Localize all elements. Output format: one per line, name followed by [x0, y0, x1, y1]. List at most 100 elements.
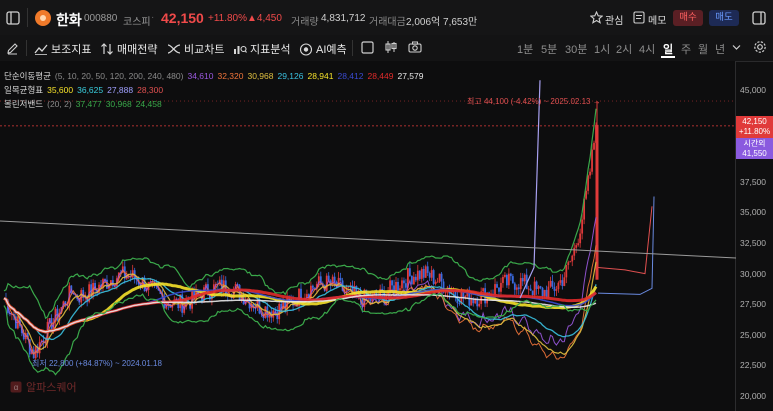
candle-body [567, 262, 570, 265]
ai-predict-button[interactable]: AI예측 [299, 41, 347, 57]
candle-body [478, 303, 481, 307]
sell-button-label: 매도 [715, 12, 733, 23]
candle-body [470, 299, 473, 306]
candle-body [557, 282, 560, 290]
gear-icon[interactable] [753, 40, 767, 54]
watch-button[interactable]: 관심 [605, 12, 623, 27]
timeframe-year[interactable]: 년 [715, 41, 725, 57]
candle-body [502, 276, 504, 283]
legend-ma-value-5: 28,412 [337, 71, 364, 81]
legend-bollinger[interactable]: 볼린저밴드 (20, 2) 37,477 30,968 24,458 [4, 98, 170, 110]
candle-body [333, 276, 336, 282]
strategy-icon [101, 43, 113, 55]
candle-body [416, 270, 419, 281]
candle-body [553, 286, 556, 291]
timeframe-4h[interactable]: 4시 [639, 41, 655, 57]
candle-body [498, 287, 500, 292]
candlestick-icon[interactable] [384, 40, 398, 54]
star-icon[interactable] [590, 11, 603, 24]
timeframe-30min[interactable]: 30분 [565, 41, 587, 57]
timeframe-5min[interactable]: 5분 [541, 41, 557, 57]
price-tick-label: 20,000 [740, 391, 766, 401]
sidebar-toggle-icon[interactable] [6, 11, 20, 25]
legend-ma-value-3: 29,126 [277, 71, 304, 81]
analysis-button[interactable]: 지표분석 [233, 41, 290, 57]
buy-button-label: 매수 [679, 12, 697, 23]
timeframe-day[interactable]: 일 [663, 41, 673, 57]
legend-bollinger-value-1: 30,968 [105, 99, 132, 109]
price-tick-label: 32,500 [740, 238, 766, 248]
spike-candle-body [595, 124, 599, 280]
candle-body [474, 299, 477, 304]
candle-body [418, 270, 421, 279]
stock-header: 한화 000880 코스피 · 42,150 +11.80% ▲4,450 거래… [0, 0, 773, 36]
sell-button[interactable]: 매도 [709, 10, 739, 26]
candle-body [509, 273, 512, 277]
legend-bollinger-label: 볼린저밴드 [4, 99, 44, 109]
timeframe-1h[interactable]: 1시 [594, 41, 610, 57]
candle-body [529, 288, 532, 291]
legend-bollinger-value-0: 37,477 [75, 99, 102, 109]
indicator-button[interactable]: 보조지표 [34, 41, 91, 57]
candle-body [397, 281, 399, 291]
change-abs: ▲4,450 [247, 13, 282, 24]
compare-icon [167, 44, 181, 54]
candle-body [563, 277, 566, 286]
candle-body [575, 245, 578, 248]
candle-body [531, 290, 534, 296]
indicator-label: 보조지표 [51, 44, 92, 56]
candle-body [517, 287, 520, 290]
candle-body [414, 276, 417, 281]
timeframe-1min[interactable]: 1분 [517, 41, 533, 57]
timeframe-2h[interactable]: 2시 [616, 41, 632, 57]
amount-value: 2,006억 7,653만 [406, 17, 478, 28]
candle-body [432, 270, 435, 284]
candle-body [535, 281, 538, 289]
legend-ma[interactable]: 단순이동평균 (5, 10, 20, 50, 120, 200, 240, 480… [4, 70, 431, 82]
stock-name[interactable]: 한화 [56, 10, 82, 30]
pencil-icon[interactable] [6, 42, 19, 55]
candle-body [541, 287, 544, 297]
candle-body [581, 219, 584, 234]
candle-body [591, 149, 593, 172]
current-price-tag-value: 42,150 [742, 117, 767, 126]
analysis-label: 지표분석 [250, 44, 291, 56]
candle-body [311, 285, 314, 288]
candle-body [422, 269, 425, 278]
memo-button[interactable]: 메모 [648, 12, 666, 27]
volume-value: 4,831,712 [321, 13, 366, 24]
panel-toggle-icon[interactable] [752, 11, 766, 25]
candle-body [561, 280, 564, 286]
candle-body [577, 243, 580, 246]
candle-body [533, 281, 536, 296]
price-tick-label: 22,500 [740, 360, 766, 371]
candle-body [569, 261, 572, 263]
legend-ichimoku-value-3: 28,300 [137, 85, 164, 95]
candle-body [440, 273, 443, 282]
legend-ichimoku[interactable]: 일목균형표 35,600 36,625 27,888 28,300 [4, 84, 171, 96]
legend-ma-label: 단순이동평균 [4, 71, 51, 81]
candle-body [555, 289, 558, 291]
timeframe-week[interactable]: 주 [681, 41, 691, 57]
candle-body [401, 280, 403, 289]
candle-body [405, 283, 407, 288]
price-tick-label: 35,000 [740, 207, 766, 218]
candle-body [438, 273, 441, 282]
low-annotation: 최저 22,800 (+84.87%) ~ 2024.01.18 [32, 359, 162, 368]
legend-ma-value-1: 32,320 [217, 71, 244, 81]
checkbox-icon[interactable] [361, 41, 374, 54]
current-price-tag: 42,150 +11.80% [736, 116, 773, 138]
compare-button[interactable]: 비교차트 [167, 41, 224, 57]
buy-button[interactable]: 매수 [673, 10, 703, 26]
strategy-button[interactable]: 매매전략 [100, 41, 157, 57]
chevron-down-icon[interactable] [732, 44, 741, 51]
candle-body [426, 266, 429, 273]
candle-body [496, 284, 498, 288]
candle-body [391, 280, 393, 286]
ai-label: AI예측 [316, 44, 347, 56]
timeframe-month[interactable]: 월 [698, 41, 708, 57]
candle-body [458, 303, 461, 304]
camera-icon[interactable] [408, 41, 422, 53]
candle-body [513, 283, 516, 290]
memo-icon[interactable] [633, 11, 645, 24]
